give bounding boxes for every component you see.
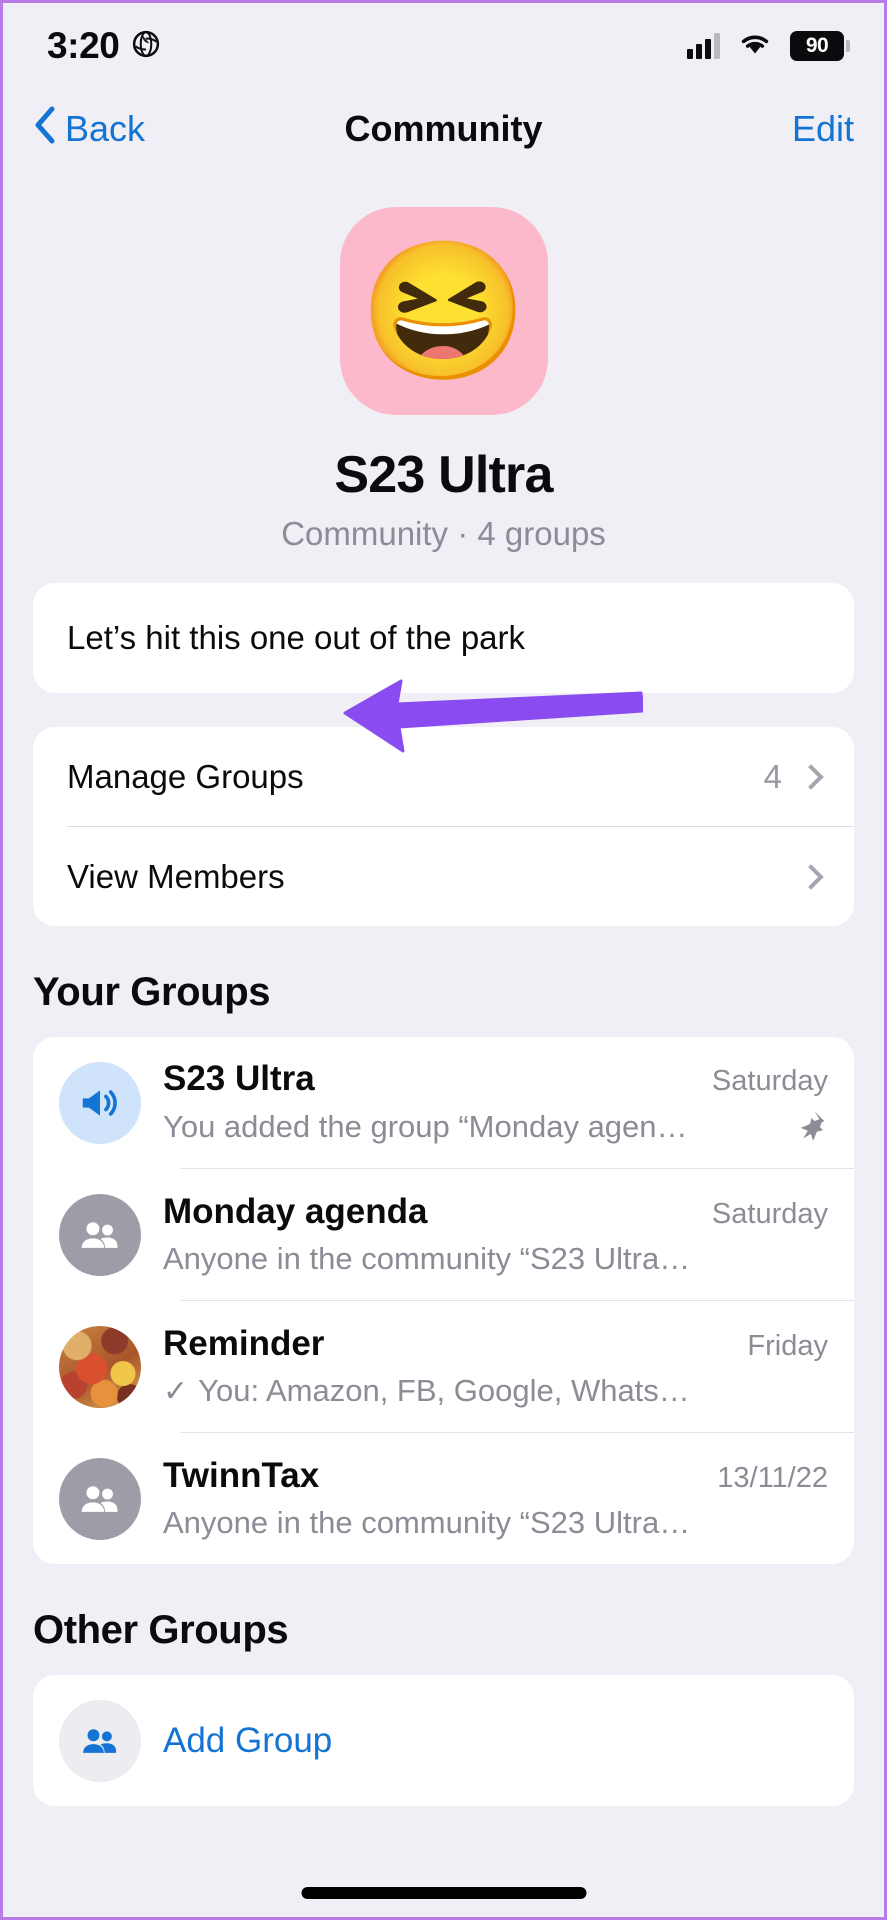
list-item-line1: Monday agenda Saturday: [163, 1192, 828, 1232]
list-item-body: TwinnTax 13/11/22 Anyone in the communit…: [163, 1433, 828, 1564]
view-members-row[interactable]: View Members: [33, 827, 854, 926]
home-indicator: [301, 1887, 586, 1899]
pin-icon: [778, 1108, 828, 1147]
list-item-line2: Anyone in the community “S23 Ultra…: [163, 1505, 828, 1541]
list-item-body: Monday agenda Saturday Anyone in the com…: [163, 1169, 828, 1300]
list-item-time: Saturday: [711, 1064, 828, 1097]
scroll-content[interactable]: 😆 S23 Ultra Community · 4 groups Let’s h…: [3, 169, 884, 1917]
list-item-title: Reminder: [163, 1324, 325, 1363]
location-globe-icon: [131, 29, 161, 64]
manage-groups-label: Manage Groups: [67, 757, 304, 795]
add-group-row[interactable]: Add Group: [33, 1675, 854, 1806]
chevron-right-icon: [798, 763, 824, 790]
group-people-icon: [59, 1193, 141, 1276]
list-item-time: Saturday: [711, 1198, 828, 1230]
status-bar-right: 90: [687, 30, 850, 62]
battery-icon: 90: [790, 31, 850, 61]
community-avatar[interactable]: 😆: [339, 207, 548, 415]
status-bar-clock: 3:20: [47, 25, 120, 66]
other-groups-heading: Other Groups: [33, 1608, 289, 1652]
edit-button[interactable]: Edit: [792, 108, 854, 150]
view-members-label: View Members: [67, 857, 285, 895]
navigation-bar: Back Community Edit: [3, 89, 884, 169]
list-item-line1: S23 Ultra Saturday: [163, 1059, 828, 1099]
group-people-icon: [59, 1457, 141, 1540]
battery-level-label: 90: [805, 34, 829, 57]
community-subtitle: Community · 4 groups: [281, 515, 606, 552]
list-item-body: S23 Ultra Saturday You added the group “…: [163, 1037, 828, 1168]
list-item[interactable]: TwinnTax 13/11/22 Anyone in the communit…: [33, 1433, 854, 1564]
status-bar: 3:20 90: [3, 3, 884, 89]
list-item-subtitle: You added the group “Monday agen…: [163, 1109, 688, 1144]
list-item-subtitle: Anyone in the community “S23 Ultra…: [163, 1241, 691, 1276]
list-item-title: Monday agenda: [163, 1192, 428, 1231]
list-item-subtitle: Anyone in the community “S23 Ultra…: [163, 1505, 691, 1540]
add-group-people-icon: [59, 1699, 141, 1782]
list-item-time: Friday: [747, 1330, 828, 1362]
add-group-label: Add Group: [163, 1720, 333, 1760]
add-group-line: Add Group: [163, 1721, 828, 1761]
manage-groups-count: 4: [763, 757, 782, 795]
manage-groups-row[interactable]: Manage Groups 4: [33, 727, 854, 826]
back-button[interactable]: Back: [33, 105, 145, 154]
community-actions-card: Manage Groups 4 View Members: [33, 727, 854, 926]
add-group-body: Add Group: [163, 1675, 828, 1806]
list-item-title: S23 Ultra: [163, 1058, 315, 1098]
manage-groups-right: 4: [763, 757, 824, 796]
list-item-line2: Anyone in the community “S23 Ultra…: [163, 1241, 828, 1277]
cellular-signal-icon: [687, 33, 720, 59]
list-item-line1: Reminder Friday: [163, 1324, 828, 1364]
list-item-title: TwinnTax: [163, 1456, 320, 1495]
community-name: S23 Ultra: [334, 446, 553, 504]
chevron-left-icon: [33, 105, 57, 154]
list-item-line2: ✓ You: Amazon, FB, Google, Whats…: [163, 1373, 828, 1409]
list-item[interactable]: S23 Ultra Saturday You added the group “…: [33, 1037, 854, 1168]
status-bar-left: 3:20: [47, 25, 161, 67]
wifi-icon: [737, 30, 773, 62]
community-header: 😆 S23 Ultra Community · 4 groups: [3, 169, 884, 553]
other-groups-list: Add Group: [33, 1675, 854, 1806]
list-item-line2: You added the group “Monday agen…: [163, 1108, 828, 1147]
community-description-card[interactable]: Let’s hit this one out of the park: [33, 583, 854, 693]
back-button-label: Back: [65, 108, 146, 149]
list-item[interactable]: Reminder Friday ✓ You: Amazon, FB, Googl…: [33, 1301, 854, 1432]
list-item-time: 13/11/22: [717, 1462, 828, 1494]
chevron-right-icon: [798, 863, 824, 890]
view-members-right: [798, 863, 824, 890]
your-groups-heading: Your Groups: [33, 970, 271, 1014]
announcement-megaphone-icon: [59, 1061, 141, 1144]
list-item-line1: TwinnTax 13/11/22: [163, 1456, 828, 1496]
list-item[interactable]: Monday agenda Saturday Anyone in the com…: [33, 1169, 854, 1300]
your-groups-list: S23 Ultra Saturday You added the group “…: [33, 1037, 854, 1564]
phone-screen: 3:20 90 Back Community Edit 😆 S23 Ultra …: [0, 0, 887, 1920]
community-description-text: Let’s hit this one out of the park: [67, 619, 526, 656]
list-item-subtitle: You: Amazon, FB, Google, Whats…: [198, 1373, 690, 1408]
message-read-check-icon: ✓: [163, 1374, 189, 1408]
photo-avatar: [59, 1325, 141, 1408]
list-item-body: Reminder Friday ✓ You: Amazon, FB, Googl…: [163, 1301, 828, 1432]
